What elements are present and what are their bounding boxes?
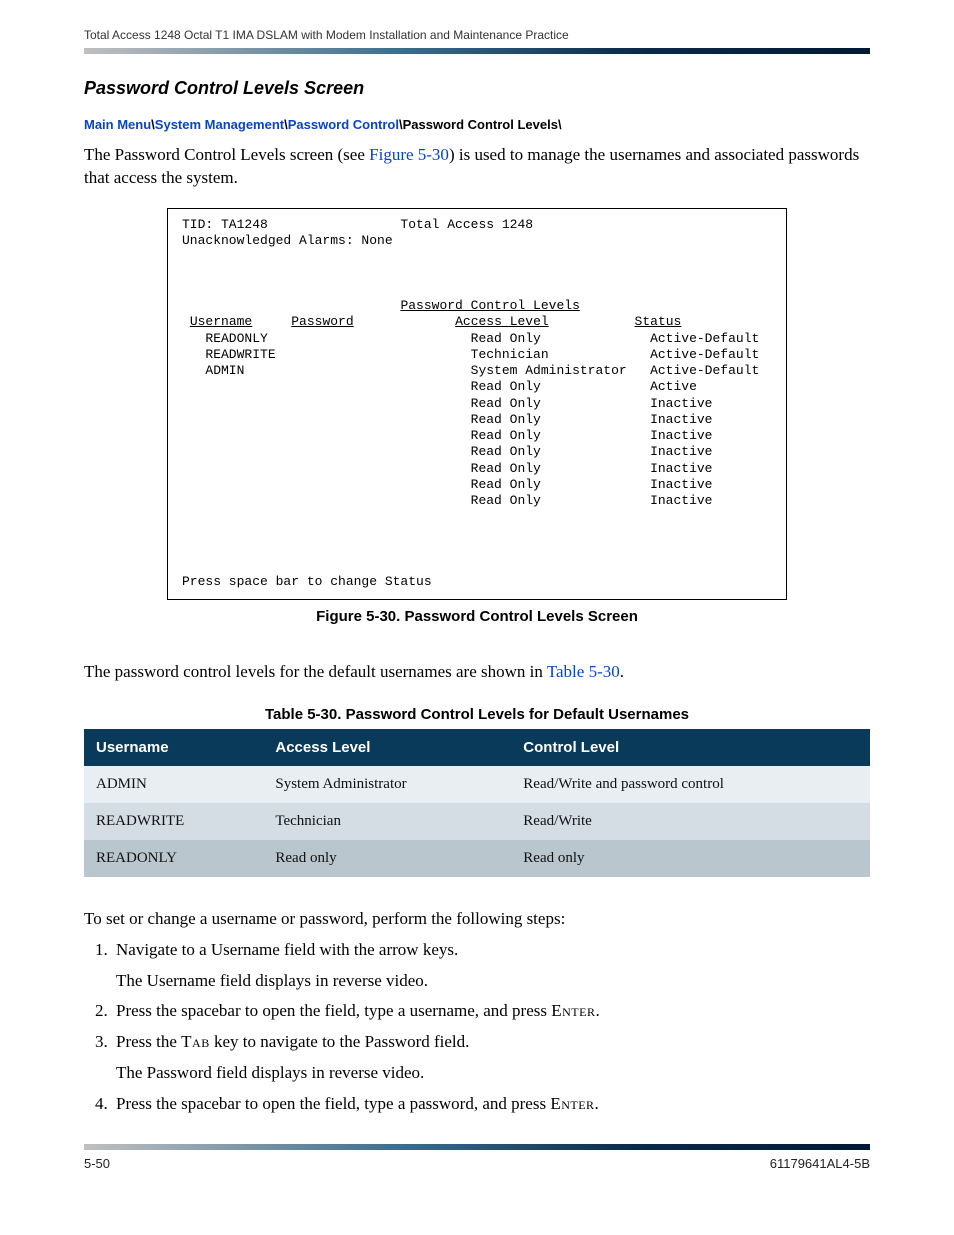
cell-control: Read/Write bbox=[511, 803, 870, 840]
cell-access: Read only bbox=[263, 840, 511, 877]
cell-control: Read/Write and password control bbox=[511, 766, 870, 803]
default-usernames-table: Username Access Level Control Level ADMI… bbox=[84, 729, 870, 877]
th-access: Access Level bbox=[263, 729, 511, 766]
cell-control: Read only bbox=[511, 840, 870, 877]
header-rule bbox=[84, 48, 870, 54]
keycap: Enter bbox=[550, 1094, 594, 1113]
figure-xref[interactable]: Figure 5-30 bbox=[369, 145, 449, 164]
list-item: Press the spacebar to open the field, ty… bbox=[112, 1000, 870, 1023]
breadcrumb-link[interactable]: Main Menu bbox=[84, 117, 151, 132]
page-footer: 5-50 61179641AL4-5B bbox=[84, 1156, 870, 1171]
cell-username: READONLY bbox=[84, 840, 263, 877]
keycap: Tab bbox=[181, 1032, 210, 1051]
step-subtext: The Password field displays in reverse v… bbox=[116, 1062, 870, 1085]
table-xref[interactable]: Table 5-30 bbox=[547, 662, 620, 681]
footer-rule bbox=[84, 1144, 870, 1150]
breadcrumb-link[interactable]: Password Control bbox=[288, 117, 399, 132]
doc-number: 61179641AL4-5B bbox=[770, 1156, 870, 1171]
running-header: Total Access 1248 Octal T1 IMA DSLAM wit… bbox=[84, 28, 870, 42]
keycap: Enter bbox=[551, 1001, 595, 1020]
th-username: Username bbox=[84, 729, 263, 766]
table-row: ADMINSystem AdministratorRead/Write and … bbox=[84, 766, 870, 803]
terminal-screen: TID: TA1248 Total Access 1248 Unacknowle… bbox=[167, 208, 787, 600]
breadcrumb-current: Password Control Levels bbox=[403, 117, 558, 132]
figure-caption: Figure 5-30. Password Control Levels Scr… bbox=[84, 608, 870, 625]
intro-pre: The Password Control Levels screen (see bbox=[84, 145, 369, 164]
breadcrumb-link[interactable]: System Management bbox=[155, 117, 284, 132]
table-row: READWRITETechnicianRead/Write bbox=[84, 803, 870, 840]
steps-intro: To set or change a username or password,… bbox=[84, 909, 870, 929]
cell-access: Technician bbox=[263, 803, 511, 840]
section-title: Password Control Levels Screen bbox=[84, 78, 870, 99]
table-row: READONLYRead onlyRead only bbox=[84, 840, 870, 877]
list-item: Press the Tab key to navigate to the Pas… bbox=[112, 1031, 870, 1085]
cell-username: ADMIN bbox=[84, 766, 263, 803]
breadcrumb-separator: \ bbox=[558, 117, 562, 132]
th-control: Control Level bbox=[511, 729, 870, 766]
cell-access: System Administrator bbox=[263, 766, 511, 803]
breadcrumb: Main Menu\System Management\Password Con… bbox=[84, 117, 870, 132]
mid-paragraph: The password control levels for the defa… bbox=[84, 661, 870, 684]
cell-username: READWRITE bbox=[84, 803, 263, 840]
intro-paragraph: The Password Control Levels screen (see … bbox=[84, 144, 870, 190]
steps-list: Navigate to a Username field with the ar… bbox=[84, 939, 870, 1117]
list-item: Press the spacebar to open the field, ty… bbox=[112, 1093, 870, 1116]
mid-pre: The password control levels for the defa… bbox=[84, 662, 547, 681]
list-item: Navigate to a Username field with the ar… bbox=[112, 939, 870, 993]
table-title: Table 5-30. Password Control Levels for … bbox=[84, 706, 870, 723]
mid-post: . bbox=[620, 662, 624, 681]
page-number: 5-50 bbox=[84, 1156, 110, 1171]
step-subtext: The Username field displays in reverse v… bbox=[116, 970, 870, 993]
